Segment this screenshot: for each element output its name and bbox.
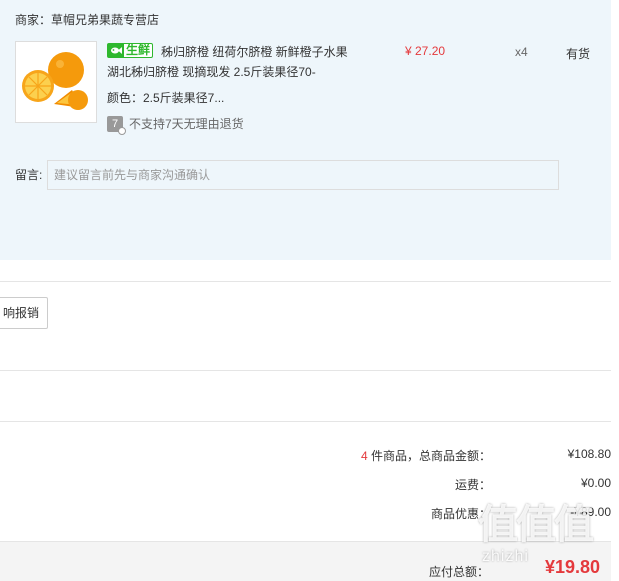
section-divider [0, 421, 611, 422]
payable-total-bar [0, 541, 611, 581]
shipping-label: 运费： [455, 478, 492, 492]
discount-label: 商品优惠： [431, 507, 492, 521]
discount-value: -¥89.00 [570, 505, 611, 519]
product-sku: 颜色：2.5斤装果径7... [107, 91, 225, 105]
section-divider [0, 281, 611, 282]
goods-total-label: 4 件商品，总商品金额： [361, 447, 491, 464]
stock-status: 有货 [566, 47, 591, 61]
return-policy: 7 不支持7天无理由退货 [107, 115, 244, 135]
payable-total-value: ¥19.80 [545, 557, 601, 577]
return-policy-text: 不支持7天无理由退货 [129, 117, 244, 131]
remark-label: 留言: [15, 168, 43, 182]
shipping-value: ¥0.00 [580, 476, 611, 490]
no-return-icon-number: 7 [111, 117, 119, 130]
quantity: x4 [515, 45, 528, 59]
no-return-icon: 7 [107, 115, 126, 135]
shop-name[interactable]: 商家：草帽兄弟果蔬专营店 [15, 11, 159, 28]
goods-count: 4 [361, 449, 368, 463]
shop-order-panel: 商家：草帽兄弟果蔬专营店 秭归脐橙 纽荷尔脐橙 新鲜橙子水果 湖北秭归脐橙 现摘… [0, 0, 611, 260]
remark-input[interactable] [47, 160, 559, 190]
section-divider [0, 370, 611, 371]
orange-product-image [16, 42, 96, 122]
goods-total-value: ¥108.80 [567, 447, 611, 461]
fresh-leaf-icon [108, 44, 124, 57]
product-thumbnail[interactable] [15, 41, 97, 123]
goods-count-suffix: 件商品，总商品金额： [367, 449, 492, 463]
payable-total-label: 应付总额： [429, 565, 490, 579]
unit-price: ¥ 27.20 [405, 44, 446, 58]
fresh-tag-label: 生鲜 [126, 43, 151, 57]
reimburse-button[interactable]: 响报销 [0, 297, 48, 329]
fresh-tag-badge: 生鲜 [107, 43, 154, 58]
